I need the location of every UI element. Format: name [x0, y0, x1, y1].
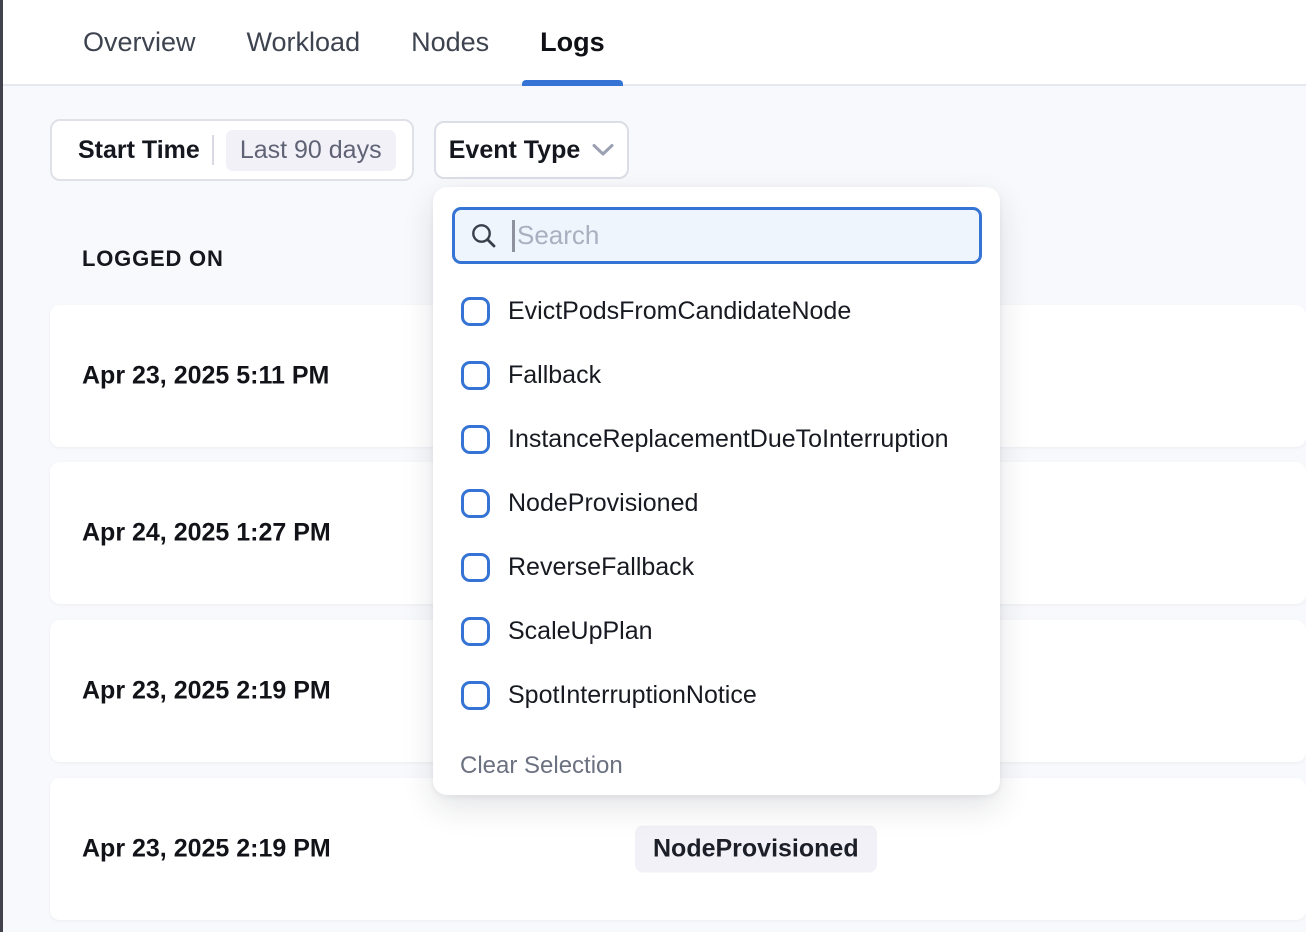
tab-nodes-label: Nodes [411, 27, 489, 58]
logged-on-value: Apr 24, 2025 1:27 PM [82, 519, 331, 548]
option-label: SpotInterruptionNotice [508, 681, 757, 710]
tab-nodes[interactable]: Nodes [411, 0, 489, 84]
column-header-logged-on: LOGGED ON [82, 246, 224, 272]
logged-on-value: Apr 23, 2025 2:19 PM [82, 835, 331, 864]
event-type-checkbox[interactable] [461, 489, 490, 518]
tab-logs-label: Logs [540, 27, 605, 58]
event-type-checkbox[interactable] [461, 681, 490, 710]
option-label: ReverseFallback [508, 553, 694, 582]
option-label: EvictPodsFromCandidateNode [508, 297, 851, 326]
event-type-checkbox[interactable] [461, 617, 490, 646]
tab-workload-label: Workload [247, 27, 361, 58]
option-instancereplacementduetointerruption[interactable]: InstanceReplacementDueToInterruption [433, 407, 1000, 471]
tab-bar: Overview Workload Nodes Logs [3, 0, 1306, 86]
chevron-down-icon [592, 143, 614, 157]
dropdown-search-box[interactable] [452, 207, 982, 264]
event-type-dropdown-panel: EvictPodsFromCandidateNode Fallback Inst… [433, 187, 1000, 795]
event-type-checkbox[interactable] [461, 361, 490, 390]
search-icon [470, 222, 497, 249]
event-type-checkbox[interactable] [461, 297, 490, 326]
search-input[interactable] [517, 220, 979, 251]
option-evictpodsfromcandidatenode[interactable]: EvictPodsFromCandidateNode [433, 279, 1000, 343]
start-time-filter-value: Last 90 days [226, 130, 396, 171]
start-time-filter-label: Start Time [78, 136, 200, 165]
event-type-option-list: EvictPodsFromCandidateNode Fallback Inst… [433, 279, 1000, 727]
active-tab-underline [522, 80, 623, 86]
option-label: InstanceReplacementDueToInterruption [508, 425, 949, 454]
option-nodeprovisioned[interactable]: NodeProvisioned [433, 471, 1000, 535]
table-row[interactable]: Apr 23, 2025 2:19 PM NodeProvisioned [50, 778, 1306, 920]
event-type-checkbox[interactable] [461, 553, 490, 582]
logged-on-value: Apr 23, 2025 2:19 PM [82, 677, 331, 706]
option-label: ScaleUpPlan [508, 617, 653, 646]
clear-selection-button[interactable]: Clear Selection [460, 752, 623, 780]
option-label: Fallback [508, 361, 601, 390]
option-scaleupplan[interactable]: ScaleUpPlan [433, 599, 1000, 663]
option-spotinterruptionnotice[interactable]: SpotInterruptionNotice [433, 663, 1000, 727]
option-label: NodeProvisioned [508, 489, 698, 518]
filter-divider [212, 135, 214, 165]
tab-logs[interactable]: Logs [540, 0, 605, 84]
tab-workload[interactable]: Workload [247, 0, 361, 84]
option-fallback[interactable]: Fallback [433, 343, 1000, 407]
event-type-checkbox[interactable] [461, 425, 490, 454]
event-type-badge: NodeProvisioned [635, 826, 877, 873]
tab-overview[interactable]: Overview [83, 0, 196, 84]
event-type-filter-label: Event Type [449, 136, 581, 165]
start-time-filter-button[interactable]: Start Time Last 90 days [50, 119, 414, 181]
option-reversefallback[interactable]: ReverseFallback [433, 535, 1000, 599]
window-left-edge [0, 0, 3, 932]
text-cursor [512, 220, 515, 252]
logged-on-value: Apr 23, 2025 5:11 PM [82, 362, 329, 391]
event-type-filter-button[interactable]: Event Type [434, 121, 629, 179]
tab-overview-label: Overview [83, 27, 196, 58]
